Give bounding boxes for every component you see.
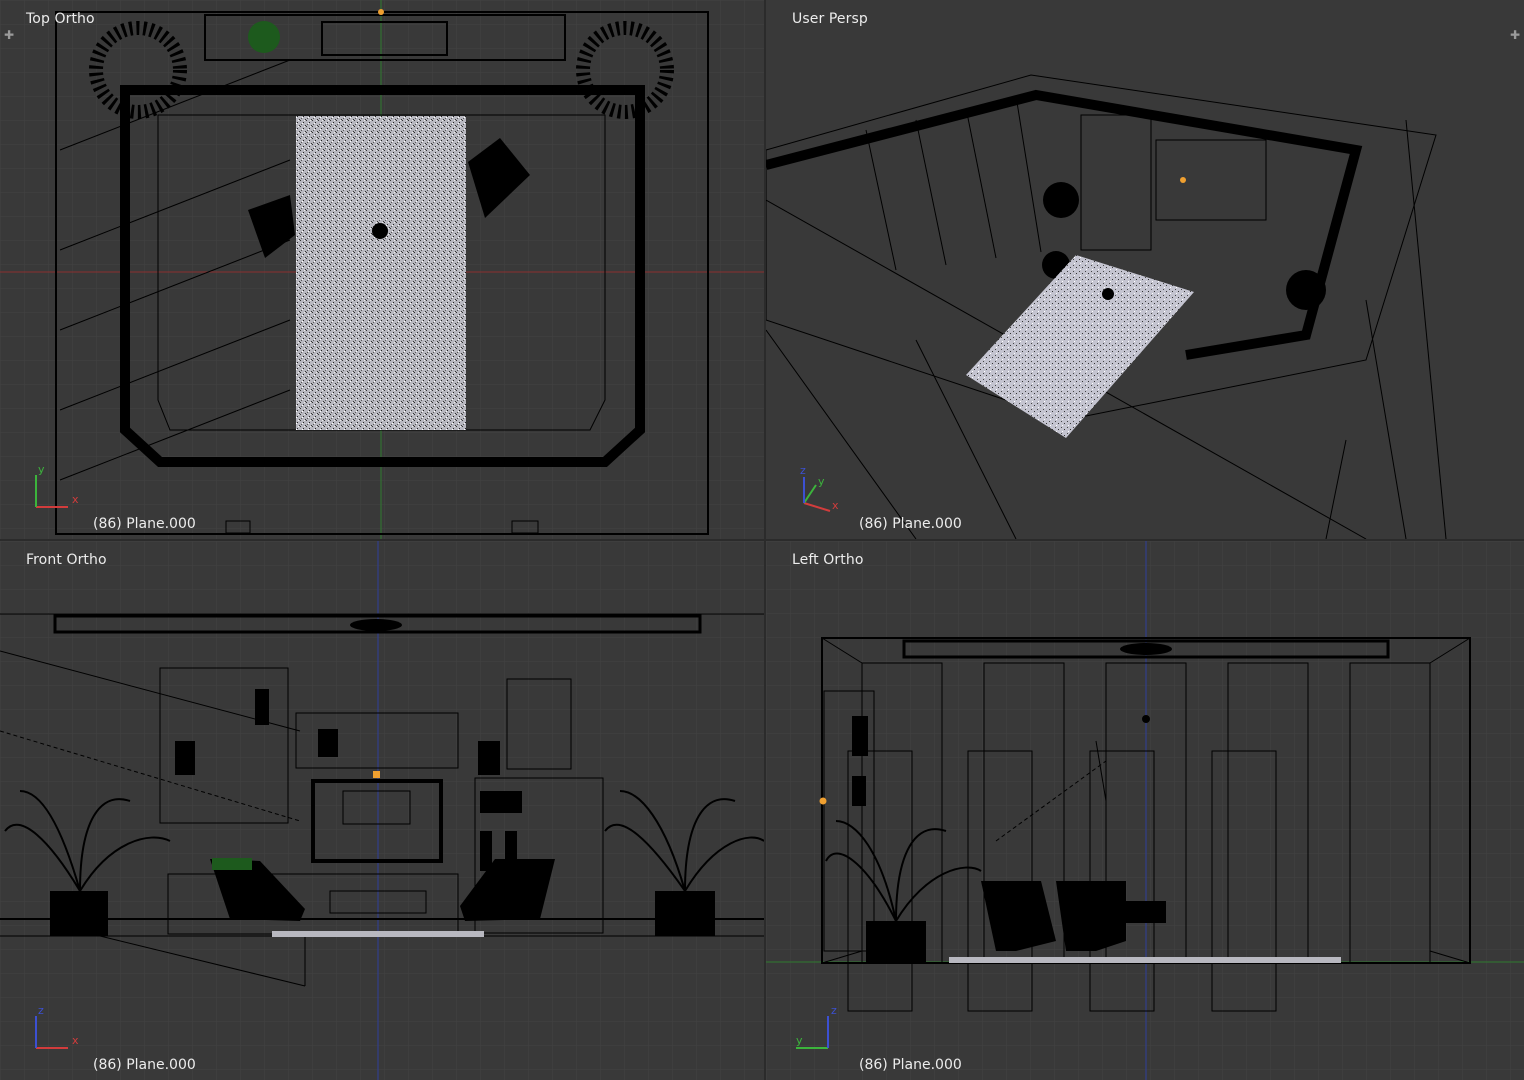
axis-gizmo: x y: [35, 463, 79, 508]
left-ortho-scene[interactable]: [766, 541, 1524, 1080]
top-ortho-scene[interactable]: [0, 0, 764, 539]
axis-label-y: y: [38, 463, 45, 476]
user-persp-scene[interactable]: [766, 0, 1524, 539]
viewport-left-ortho[interactable]: Left Ortho y z (86) Plane.000: [766, 541, 1524, 1080]
plus-icon[interactable]: ✚: [1508, 28, 1522, 42]
viewport-label: Left Ortho: [792, 552, 864, 568]
axis-label-y: y: [796, 1034, 803, 1047]
plus-icon[interactable]: ✚: [2, 28, 16, 42]
axis-label-x: x: [832, 499, 839, 512]
viewport-label: User Persp: [792, 11, 868, 27]
axis-label-x: x: [72, 1034, 79, 1047]
viewport-label: Top Ortho: [26, 11, 95, 27]
viewport-user-persp[interactable]: ✚ User Persp x y z (86) Plane.000: [766, 0, 1524, 539]
axis-gizmo: x y z: [800, 464, 839, 512]
active-object-label: (86) Plane.000: [859, 1057, 962, 1073]
front-ortho-scene[interactable]: [0, 541, 764, 1080]
active-object-label: (86) Plane.000: [93, 1057, 196, 1073]
axis-gizmo: x z: [35, 1004, 79, 1049]
active-object-label: (86) Plane.000: [93, 516, 196, 532]
axis-label-z: z: [831, 1004, 837, 1017]
axis-gizmo: y z: [796, 1004, 837, 1049]
axis-label-z: z: [800, 464, 806, 477]
active-object-label: (86) Plane.000: [859, 516, 962, 532]
viewport-label: Front Ortho: [26, 552, 107, 568]
axis-label-y: y: [818, 475, 825, 488]
axis-label-z: z: [38, 1004, 44, 1017]
viewport-front-ortho[interactable]: Front Ortho x z (86) Plane.000: [0, 541, 764, 1080]
viewport-top-ortho[interactable]: ✚ Top Ortho x y (86) Plane.000: [0, 0, 764, 539]
axis-label-x: x: [72, 493, 79, 506]
